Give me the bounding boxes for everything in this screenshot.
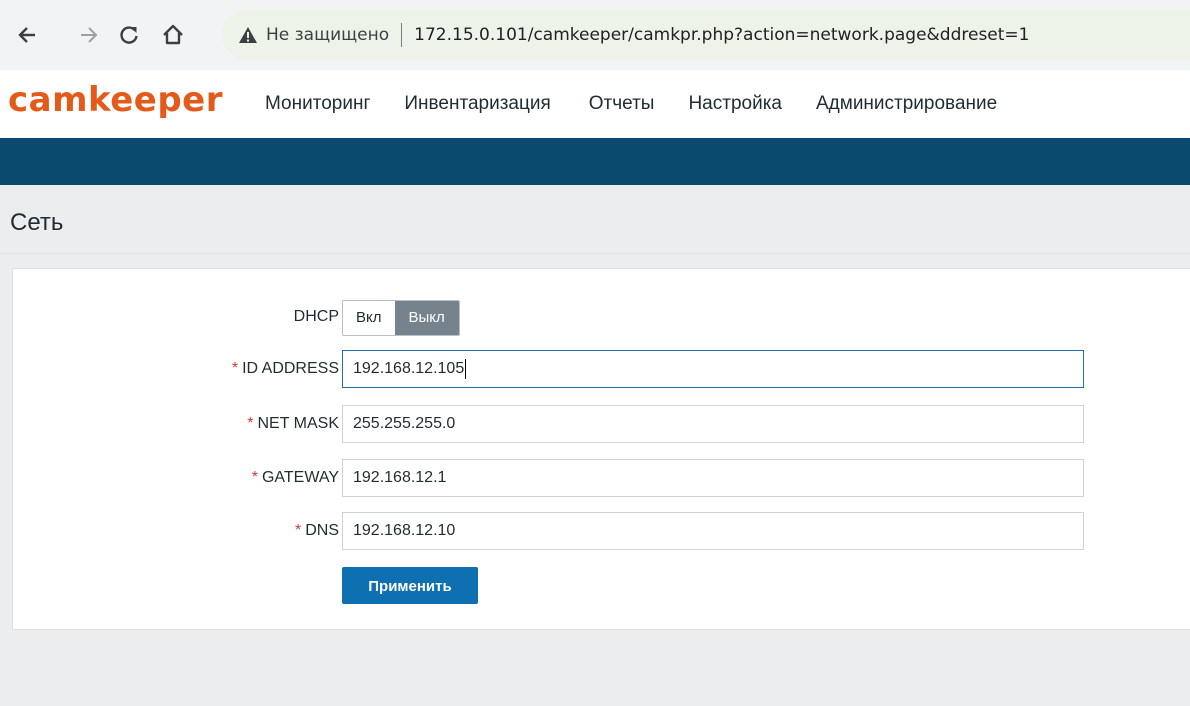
ip-address-input[interactable]: 192.168.12.105 <box>342 350 1084 388</box>
ip-address-row: * ID ADDRESS 192.168.12.105 <box>13 350 1190 388</box>
gateway-row: * GATEWAY 192.168.12.1 <box>13 459 1190 497</box>
net-mask-input[interactable]: 255.255.255.0 <box>342 405 1084 443</box>
gateway-label-text: GATEWAY <box>261 469 339 486</box>
menu-item-monitoring[interactable]: Мониторинг <box>265 93 370 115</box>
dhcp-off-option[interactable]: Выкл <box>394 301 459 335</box>
dns-value: 192.168.12.10 <box>353 522 456 539</box>
dhcp-row: DHCP Вкл Выкл <box>13 298 1190 336</box>
main-menu: Мониторинг Инвентаризация Отчеты Настрой… <box>265 70 1033 138</box>
net-mask-label: * NET MASK <box>247 405 339 443</box>
home-icon[interactable] <box>160 22 186 48</box>
dhcp-toggle: Вкл Выкл <box>342 300 460 336</box>
gateway-label: * GATEWAY <box>252 459 339 497</box>
browser-toolbar: Не защищено 172.15.0.101/camkeeper/camkp… <box>0 0 1190 70</box>
menu-item-inventory[interactable]: Инвентаризация <box>404 93 550 115</box>
required-mark: * <box>231 360 239 377</box>
back-icon[interactable] <box>14 22 40 48</box>
url-text[interactable]: 172.15.0.101/camkeeper/camkpr.php?action… <box>414 25 1029 45</box>
net-mask-value: 255.255.255.0 <box>353 415 456 432</box>
gateway-input[interactable]: 192.168.12.1 <box>342 459 1084 497</box>
page-title: Сеть <box>10 209 64 236</box>
page-header: Сеть <box>0 185 1190 254</box>
forward-icon[interactable] <box>76 22 102 48</box>
apply-button[interactable]: Применить <box>342 567 478 604</box>
app-header: camkeeper Мониторинг Инвентаризация Отче… <box>0 70 1190 138</box>
menu-item-reports[interactable]: Отчеты <box>589 93 655 115</box>
address-bar[interactable]: Не защищено 172.15.0.101/camkeeper/camkp… <box>222 10 1190 60</box>
net-mask-row: * NET MASK 255.255.255.0 <box>13 405 1190 443</box>
dns-input[interactable]: 192.168.12.10 <box>342 512 1084 550</box>
gateway-value: 192.168.12.1 <box>353 469 447 486</box>
ip-address-value: 192.168.12.105 <box>353 360 465 377</box>
app-logo[interactable]: camkeeper <box>8 80 223 120</box>
net-mask-label-text: NET MASK <box>257 415 340 432</box>
dns-label: * DNS <box>295 512 339 550</box>
menu-item-administration[interactable]: Администрирование <box>816 93 997 115</box>
menu-item-settings[interactable]: Настройка <box>688 93 782 115</box>
dns-label-text: DNS <box>305 522 339 539</box>
ip-address-label-text: ID ADDRESS <box>242 360 339 377</box>
required-mark: * <box>247 415 254 432</box>
dhcp-on-option[interactable]: Вкл <box>343 301 395 335</box>
warning-icon[interactable] <box>238 25 258 45</box>
url-separator <box>401 23 403 47</box>
network-form: DHCP Вкл Выкл * ID ADDRESS 192.168.12.105… <box>12 268 1190 630</box>
required-mark: * <box>294 522 302 539</box>
text-caret <box>465 358 467 379</box>
reload-icon[interactable] <box>116 22 142 48</box>
insecure-label[interactable]: Не защищено <box>266 25 389 45</box>
dns-row: * DNS 192.168.12.10 <box>13 512 1190 550</box>
submenu-bar <box>0 138 1190 185</box>
ip-address-label: * ID ADDRESS <box>232 350 339 388</box>
dhcp-label: DHCP <box>293 308 339 325</box>
required-mark: * <box>251 469 258 486</box>
